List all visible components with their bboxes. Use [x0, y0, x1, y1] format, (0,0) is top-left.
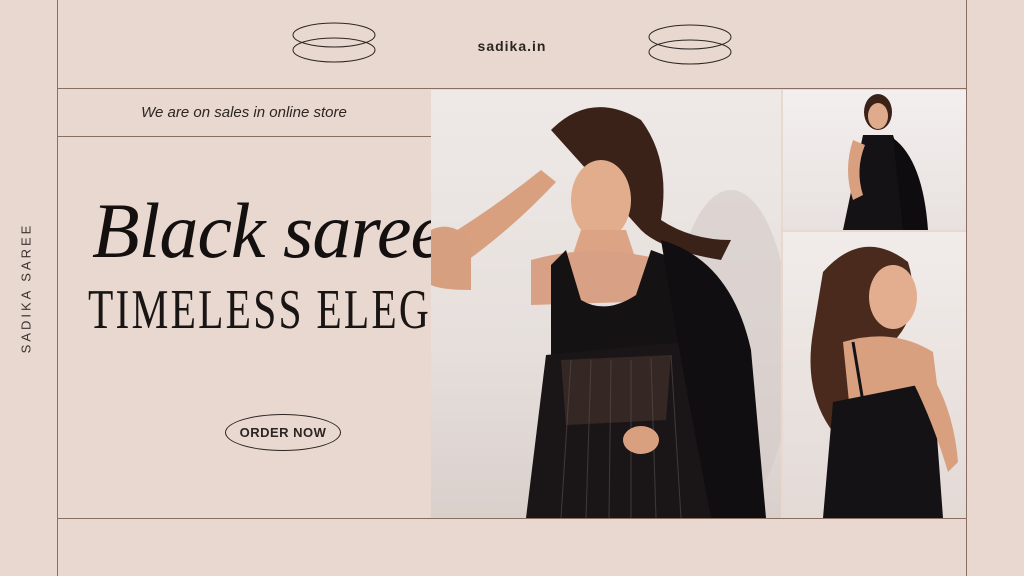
side-label: SADIKA SAREE: [18, 222, 34, 354]
sales-text: We are on sales in online store: [141, 104, 347, 121]
frame-line-sales: [57, 136, 431, 137]
frame-line-bottom: [57, 518, 967, 519]
frame-line-right: [966, 0, 967, 576]
ellipse-ornament-right: [648, 24, 732, 65]
brand-name[interactable]: sadika.in: [0, 38, 1024, 54]
main-model-photo: [431, 90, 781, 518]
subtitle: TIMELESS ELEGANCE: [88, 279, 553, 341]
bottom-right-model-photo: [783, 232, 966, 518]
frame-line-top: [57, 88, 967, 89]
order-now-button[interactable]: ORDER NOW: [225, 414, 341, 451]
frame-line-left: [57, 0, 58, 576]
top-right-model-photo: [783, 90, 966, 230]
